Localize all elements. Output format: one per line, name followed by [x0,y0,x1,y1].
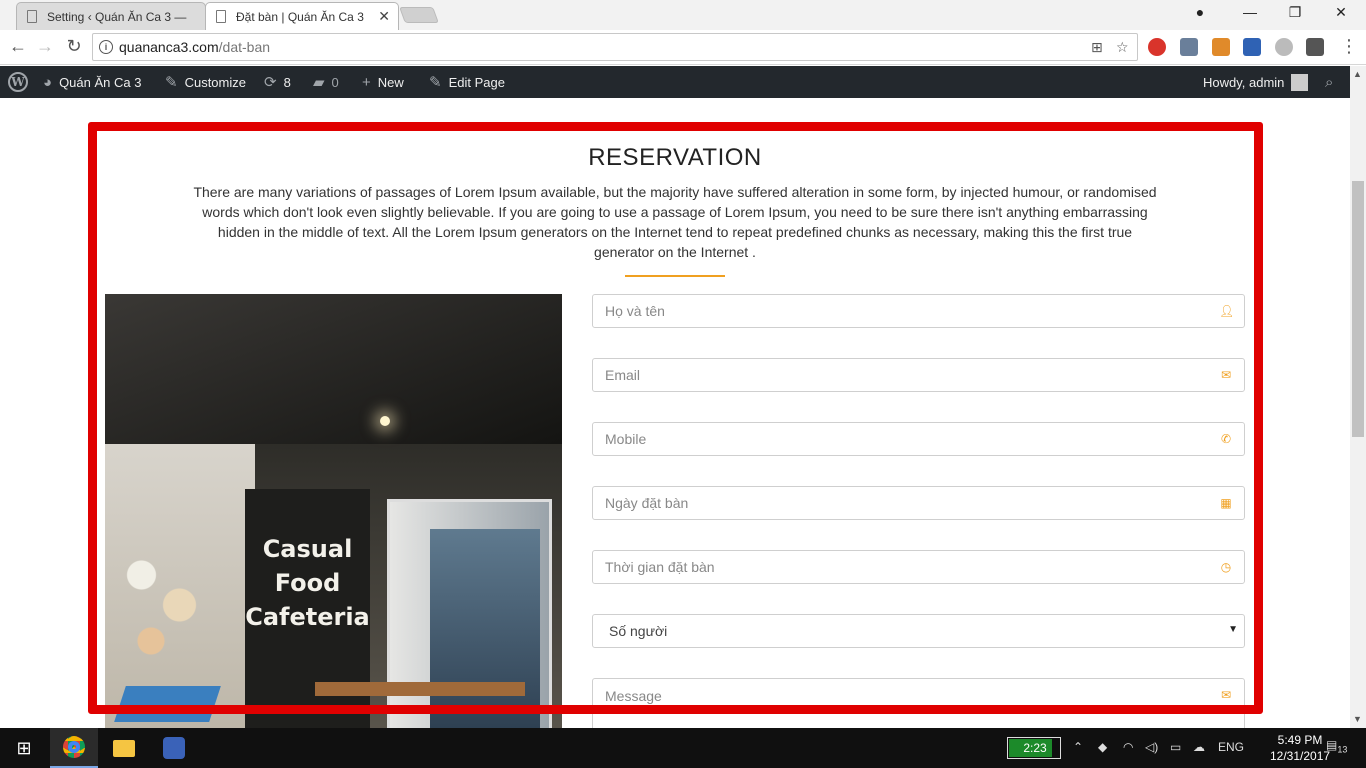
search-icon: ⌕ [1325,73,1334,91]
extension-icon[interactable] [1243,38,1261,56]
profile-icon[interactable]: ● [1190,4,1210,20]
address-bar[interactable]: i quananca3.com/dat-ban ⊞ ☆ [92,33,1138,61]
browser-tab-strip: Setting ‹ Quán Ăn Ca 3 — Đặt bàn | Quán … [0,0,1366,30]
new-tab-button[interactable] [399,7,439,23]
close-window-button[interactable]: ✕ [1331,4,1351,21]
site-name-link[interactable]: ◕ Quán Ăn Ca 3 [43,66,141,98]
page-scrollbar[interactable]: ▲ ▼ [1350,66,1366,728]
plus-icon: + [362,73,371,91]
new-content-link[interactable]: + New [362,66,404,98]
back-button[interactable]: ← [6,36,30,57]
wordpress-icon: W [8,72,28,92]
updates-link[interactable]: ⟳ 8 [264,66,291,98]
bookmark-star-icon[interactable]: ☆ [1116,39,1129,56]
tab-settings[interactable]: Setting ‹ Quán Ăn Ca 3 — [16,2,206,30]
cast-icon[interactable] [1306,38,1324,56]
search-button[interactable]: ⌕ [1325,66,1340,98]
extension-icon[interactable] [1212,38,1230,56]
battery-indicator[interactable]: 2:23 [1007,737,1061,759]
file-explorer-button[interactable] [100,728,148,768]
chrome-icon [63,736,85,758]
volume-icon[interactable]: ◁) [1145,740,1158,754]
customize-link[interactable]: ✎ Customize [165,66,246,98]
translate-icon[interactable]: ⊞ [1091,39,1103,56]
scrollbar-thumb[interactable] [1352,181,1364,437]
folder-icon [113,739,135,757]
close-tab-icon[interactable]: ✕ [378,8,390,25]
comment-icon: ▰ [313,74,325,91]
pencil-icon: ✎ [429,74,442,91]
scroll-up-arrow[interactable]: ▲ [1353,69,1362,79]
highlight-frame [88,122,1263,714]
document-icon [27,10,37,23]
notifications-button[interactable]: ▤13 [1326,738,1347,754]
windows-taskbar: ⊞ 2:23 ⌃ ◆ ◠ ◁) ▭ ☁ ENG 5:49 PM 12/31/20… [0,728,1366,768]
my-account-link[interactable]: Howdy, admin [1203,66,1309,98]
info-icon[interactable]: i [99,40,113,54]
dropbox-icon[interactable]: ◆ [1098,740,1107,754]
comments-link[interactable]: ▰ 0 [313,66,339,98]
app-taskbar-button[interactable] [150,728,198,768]
language-indicator[interactable]: ENG [1218,740,1244,754]
brush-icon: ✎ [165,74,178,91]
url-text[interactable]: quananca3.com/dat-ban [119,39,270,55]
tab-dat-ban[interactable]: Đặt bàn | Quán Ăn Ca 3 ✕ [205,2,399,30]
wp-admin-bar: W ◕ Quán Ăn Ca 3 ✎ Customize ⟳ 8 ▰ 0 + N… [0,66,1350,98]
dashboard-icon: ◕ [43,73,53,91]
menu-icon[interactable]: ⋮ [1337,36,1361,57]
browser-toolbar: ← → ↻ i quananca3.com/dat-ban ⊞ ☆ ⋮ [0,30,1366,65]
avatar [1291,73,1309,91]
chevron-up-icon[interactable]: ⌃ [1073,740,1083,754]
wifi-icon[interactable]: ◠ [1123,740,1133,754]
windows-icon: ⊞ [16,737,32,758]
tab-title: Đặt bàn | Quán Ăn Ca 3 [236,9,364,24]
document-icon [216,10,226,23]
eyedropper-extension-icon[interactable] [1180,38,1198,56]
app-icon [163,737,185,759]
edit-page-link[interactable]: ✎ Edit Page [429,66,505,98]
onedrive-icon[interactable]: ☁ [1193,740,1205,754]
battery-icon[interactable]: ▭ [1170,740,1181,754]
forward-button[interactable]: → [33,36,57,57]
chrome-taskbar-button[interactable] [50,728,98,768]
minimize-button[interactable]: — [1240,4,1260,20]
start-button[interactable]: ⊞ [0,728,48,768]
restore-button[interactable]: ❐ [1285,4,1305,21]
page-content: RESERVATION There are many variations of… [0,98,1350,728]
wordpress-logo-button[interactable]: W [8,66,28,98]
extension-icon[interactable] [1148,38,1166,56]
extension-icon[interactable] [1275,38,1293,56]
reload-button[interactable]: ↻ [62,36,86,57]
scroll-down-arrow[interactable]: ▼ [1353,714,1362,724]
tab-title: Setting ‹ Quán Ăn Ca 3 — [47,9,187,24]
clock[interactable]: 5:49 PM 12/31/2017 [1270,732,1330,764]
updates-icon: ⟳ [264,74,277,91]
